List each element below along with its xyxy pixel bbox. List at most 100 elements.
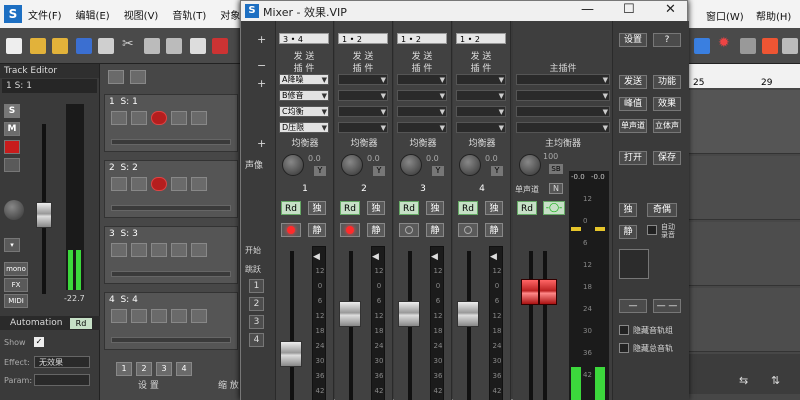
paste-icon[interactable] — [166, 38, 182, 54]
fx-button[interactable] — [191, 309, 207, 323]
eq-button[interactable]: 均衡器 — [453, 136, 511, 149]
menu-file[interactable]: 文件(F) — [28, 7, 62, 22]
monitor-button[interactable] — [171, 309, 187, 323]
track-footer-4[interactable]: 4 — [176, 362, 192, 376]
help-button[interactable]: ? — [653, 33, 681, 47]
timeline-lane-3[interactable] — [689, 222, 800, 286]
mono-button[interactable]: 单声道 — [619, 119, 647, 133]
power-button[interactable]: 功能 — [653, 75, 681, 89]
fader-handle[interactable] — [398, 301, 420, 327]
settings-icon[interactable] — [782, 38, 798, 54]
master-fader-left-handle[interactable] — [521, 279, 539, 305]
mute-button[interactable]: 静 — [485, 223, 503, 237]
fader-handle[interactable] — [457, 301, 479, 327]
add-icon[interactable]: + — [257, 137, 266, 150]
record-button[interactable] — [399, 223, 419, 237]
show-checkbox[interactable]: ✓ — [34, 337, 44, 347]
swap-icon[interactable]: ⇆ — [739, 374, 748, 387]
menu-edit[interactable]: 编辑(E) — [76, 7, 110, 22]
jump-3-button[interactable]: 3 — [249, 315, 264, 329]
side-excl-button[interactable]: 奇偶 — [647, 203, 677, 217]
solo-button[interactable]: 独 — [308, 201, 326, 215]
master-plugin-slot-1[interactable]: ▼ — [516, 74, 610, 85]
paste-icon[interactable] — [190, 38, 206, 54]
monitor-button[interactable] — [171, 177, 187, 191]
read-button[interactable]: Rd — [340, 201, 360, 215]
master-plugin-slot-3[interactable]: ▼ — [516, 106, 610, 117]
grid-icon[interactable] — [740, 38, 756, 54]
master-rd-button[interactable]: Rd — [517, 201, 537, 215]
dash-button-1[interactable]: — — [619, 299, 647, 313]
automation-rd-button[interactable]: Rd — [70, 318, 92, 329]
plugin-slot-4[interactable]: ▼ — [456, 122, 506, 133]
add-icon[interactable]: + — [257, 33, 266, 46]
monitor-button[interactable] — [4, 158, 20, 172]
effect-select[interactable]: 无效果 — [34, 356, 90, 368]
plugin-slot-4[interactable]: ▼ — [397, 122, 447, 133]
print-icon[interactable] — [98, 38, 114, 54]
solo-button[interactable]: 独 — [485, 201, 503, 215]
pan-knob[interactable] — [4, 200, 24, 220]
gain-button[interactable]: 峰值 — [619, 97, 647, 111]
plugin-slot-2[interactable]: B修音 ▼ — [279, 90, 329, 101]
track-select[interactable]: 1 S: 1 — [2, 79, 97, 93]
channel-input-select[interactable]: 3 • 4 — [279, 33, 329, 44]
hide-bus-checkbox[interactable] — [619, 343, 629, 353]
delete-icon[interactable] — [212, 38, 228, 54]
mixer-title-bar[interactable]: S Mixer - 效果.VIP — ☐ ✕ — [241, 1, 687, 21]
record-arm-button[interactable] — [4, 140, 20, 154]
plugin-slot-3[interactable]: ▼ — [456, 106, 506, 117]
track-volume-bar[interactable] — [111, 205, 231, 211]
maximize-button[interactable]: ☐ — [623, 2, 635, 17]
master-pan-knob[interactable] — [519, 154, 541, 176]
monitor-button[interactable] — [171, 111, 187, 125]
master-eq-button[interactable]: 主均衡器 — [513, 136, 613, 149]
y-button[interactable]: Y — [432, 166, 444, 176]
record-icon[interactable] — [762, 38, 778, 54]
track-add-button[interactable] — [108, 70, 124, 84]
mute-button[interactable] — [131, 111, 147, 125]
menu-window[interactable]: 窗口(W) — [706, 8, 744, 23]
gear-icon[interactable]: ✹ — [718, 35, 734, 51]
master-fader-right-handle[interactable] — [539, 279, 557, 305]
pan-knob[interactable] — [341, 154, 363, 176]
track-4[interactable]: 4 S: 4 — [104, 292, 238, 350]
dash-button-2[interactable]: — — — [653, 299, 681, 313]
volume-fader-handle[interactable] — [36, 202, 52, 228]
new-file-icon[interactable] — [6, 38, 22, 54]
fx-button[interactable] — [191, 111, 207, 125]
y-button[interactable]: Y — [491, 166, 503, 176]
pan-knob[interactable] — [459, 154, 481, 176]
cut-icon[interactable]: ✂ — [122, 36, 138, 52]
track-volume-bar[interactable] — [111, 337, 231, 343]
mute-button[interactable]: 静 — [367, 223, 385, 237]
channel-input-select[interactable]: 1 • 2 — [456, 33, 506, 44]
master-plugin-slot-4[interactable]: ▼ — [516, 122, 610, 133]
plugin-slot-1[interactable]: ▼ — [456, 74, 506, 85]
save-icon[interactable] — [76, 38, 92, 54]
read-button[interactable]: Rd — [458, 201, 478, 215]
side-mute-button[interactable]: 静 — [619, 225, 637, 239]
open-folder-icon[interactable] — [30, 38, 46, 54]
record-button[interactable] — [151, 309, 167, 323]
eq-button[interactable]: 均衡器 — [276, 136, 334, 149]
plugin-slot-4[interactable]: D压限 ▼ — [279, 122, 329, 133]
solo-button[interactable] — [111, 177, 127, 191]
open-folder-icon[interactable] — [52, 38, 68, 54]
menu-help[interactable]: 帮助(H) — [756, 8, 791, 23]
jump-2-button[interactable]: 2 — [249, 297, 264, 311]
fader-track[interactable] — [290, 251, 294, 400]
master-fader-track-left[interactable] — [529, 251, 533, 400]
blue-square-icon[interactable] — [694, 38, 710, 54]
param-select[interactable] — [34, 374, 90, 386]
master-plugin-slot-2[interactable]: ▼ — [516, 90, 610, 101]
plugin-slot-1[interactable]: ▼ — [397, 74, 447, 85]
track-footer-3[interactable]: 3 — [156, 362, 172, 376]
expand-button[interactable]: ▾ — [4, 238, 20, 252]
timeline-ruler[interactable]: 25 29 — [689, 64, 800, 88]
y-button[interactable]: Y — [314, 166, 326, 176]
timeline-lane-1[interactable] — [689, 90, 800, 154]
track-footer-1[interactable]: 1 — [116, 362, 132, 376]
channel-input-select[interactable]: 1 • 2 — [338, 33, 388, 44]
plugin-slot-4[interactable]: ▼ — [338, 122, 388, 133]
